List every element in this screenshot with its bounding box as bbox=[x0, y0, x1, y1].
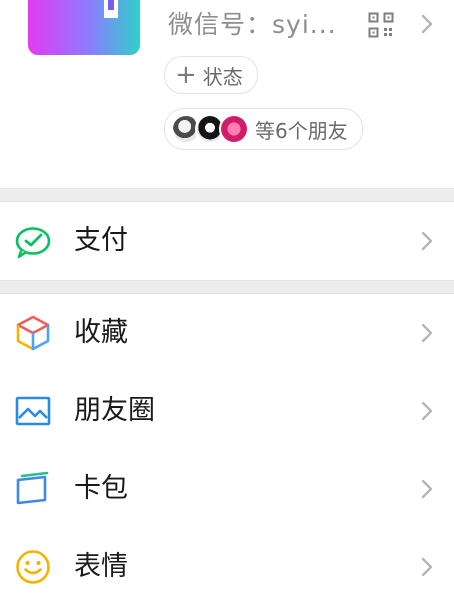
menu-item-label: 朋友圈 bbox=[74, 395, 155, 426]
section-separator bbox=[0, 280, 454, 294]
chevron-right-icon bbox=[421, 557, 433, 577]
menu-item-cards[interactable]: 卡包 bbox=[0, 450, 454, 528]
menu-item-label: 支付 bbox=[74, 225, 128, 256]
menu-item-label: 表情 bbox=[74, 551, 128, 582]
profile-avatar[interactable] bbox=[28, 0, 140, 55]
status-label: 状态 bbox=[202, 64, 243, 89]
chevron-right-icon bbox=[421, 231, 433, 251]
menu-item-moments[interactable]: 朋友圈 bbox=[0, 372, 454, 450]
profile-header[interactable]: 微信号：syi... + 状态 等6个朋友 bbox=[0, 0, 454, 188]
chevron-right-icon bbox=[421, 401, 433, 421]
add-status-button[interactable]: + 状态 bbox=[164, 56, 258, 94]
menu-item-stickers[interactable]: 表情 bbox=[0, 528, 454, 606]
chevron-right-icon bbox=[421, 323, 433, 343]
menu-item-label: 收藏 bbox=[74, 317, 128, 348]
friend-avatar bbox=[219, 114, 249, 144]
wechat-id-label: 微信号：syi... bbox=[168, 10, 337, 39]
friend-avatars bbox=[171, 114, 249, 144]
smiley-icon bbox=[16, 550, 50, 584]
menu-item-pay[interactable]: 支付 bbox=[0, 202, 454, 280]
menu-item-label: 卡包 bbox=[74, 473, 128, 504]
avatar-notch-inner bbox=[108, 0, 114, 10]
plus-icon: + bbox=[175, 60, 197, 90]
section-separator bbox=[0, 188, 454, 202]
chevron-right-icon bbox=[421, 479, 433, 499]
wechat-pay-icon bbox=[15, 227, 51, 259]
friends-count-label: 等6个朋友 bbox=[255, 118, 348, 143]
card-wallet-icon bbox=[16, 471, 49, 505]
friends-status-pill[interactable]: 等6个朋友 bbox=[164, 108, 363, 150]
menu-item-favorites[interactable]: 收藏 bbox=[0, 294, 454, 372]
qr-code-icon[interactable] bbox=[368, 12, 394, 38]
favorites-cube-icon bbox=[16, 315, 50, 351]
moments-picture-icon bbox=[15, 396, 51, 426]
chevron-right-icon[interactable] bbox=[420, 12, 434, 36]
